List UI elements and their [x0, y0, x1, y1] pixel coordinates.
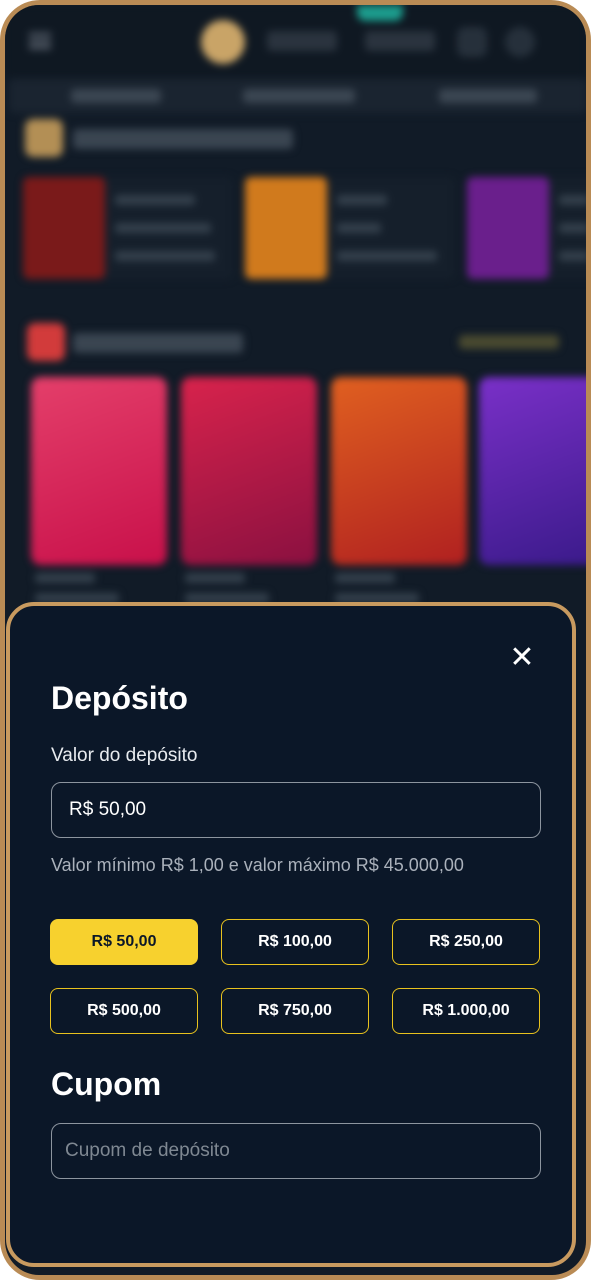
- wallet-icon[interactable]: [457, 27, 487, 57]
- profile-icon[interactable]: [505, 27, 535, 57]
- amount-label: Valor do depósito: [51, 745, 198, 766]
- fire-icon: [27, 323, 65, 361]
- text-placeholder: [115, 223, 211, 233]
- trophy-icon: [25, 119, 63, 157]
- winner-card[interactable]: [245, 177, 455, 279]
- amount-option-50[interactable]: R$ 50,00: [50, 919, 198, 965]
- game-thumbnail: [245, 177, 327, 279]
- amount-option-250[interactable]: R$ 250,00: [392, 919, 540, 965]
- avatar[interactable]: [201, 20, 245, 64]
- text-placeholder: [115, 251, 215, 261]
- game-card[interactable]: [479, 377, 586, 565]
- section-title-blurred: [73, 129, 293, 149]
- tab-blurred-1[interactable]: [71, 89, 161, 103]
- tab-bar: [9, 79, 586, 113]
- amount-input[interactable]: [51, 782, 541, 838]
- text-placeholder: [35, 573, 95, 583]
- deposit-modal: ✕ Depósito Valor do depósito Valor mínim…: [6, 602, 576, 1267]
- game-thumbnail: [23, 177, 105, 279]
- balance-pill: [267, 31, 337, 51]
- amount-option-100[interactable]: R$ 100,00: [221, 919, 369, 965]
- text-placeholder: [337, 223, 381, 233]
- game-card[interactable]: [181, 377, 317, 565]
- text-placeholder: [185, 573, 245, 583]
- winner-card[interactable]: [23, 177, 233, 279]
- game-card[interactable]: [331, 377, 467, 565]
- amount-option-1000[interactable]: R$ 1.000,00: [392, 988, 540, 1034]
- amount-option-500[interactable]: R$ 500,00: [50, 988, 198, 1034]
- text-placeholder: [559, 195, 586, 205]
- text-placeholder: [335, 573, 395, 583]
- tab-blurred-2[interactable]: [243, 89, 355, 103]
- balance-pill-secondary: [365, 31, 435, 51]
- text-placeholder: [337, 251, 437, 261]
- tab-blurred-3[interactable]: [439, 89, 537, 103]
- text-placeholder: [337, 195, 387, 205]
- top-badge: [357, 5, 403, 21]
- device-frame: ✕ Depósito Valor do depósito Valor mínim…: [0, 0, 591, 1280]
- section-title-blurred: [73, 333, 243, 353]
- text-placeholder: [559, 223, 586, 233]
- game-card[interactable]: [31, 377, 167, 565]
- coupon-title: Cupom: [51, 1066, 162, 1102]
- top-bar: [5, 5, 586, 77]
- close-icon[interactable]: ✕: [508, 643, 536, 673]
- see-all-link[interactable]: [459, 335, 559, 349]
- modal-title: Depósito: [51, 680, 188, 716]
- limits-hint: Valor mínimo R$ 1,00 e valor máximo R$ 4…: [51, 855, 464, 875]
- hamburger-menu-icon[interactable]: [29, 33, 51, 49]
- coupon-input[interactable]: [51, 1123, 541, 1179]
- amount-option-750[interactable]: R$ 750,00: [221, 988, 369, 1034]
- text-placeholder: [115, 195, 195, 205]
- text-placeholder: [559, 251, 586, 261]
- game-thumbnail: [467, 177, 549, 279]
- winner-card[interactable]: [467, 177, 586, 279]
